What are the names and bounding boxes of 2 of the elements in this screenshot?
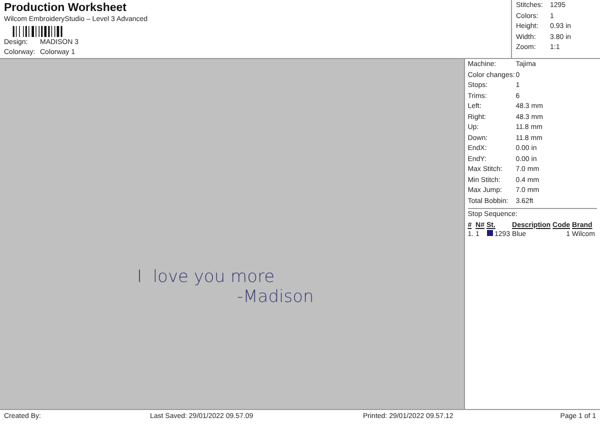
stitched-lettering: I love you more -Madison	[137, 267, 314, 307]
worksheet-title: Production Worksheet	[4, 1, 128, 15]
